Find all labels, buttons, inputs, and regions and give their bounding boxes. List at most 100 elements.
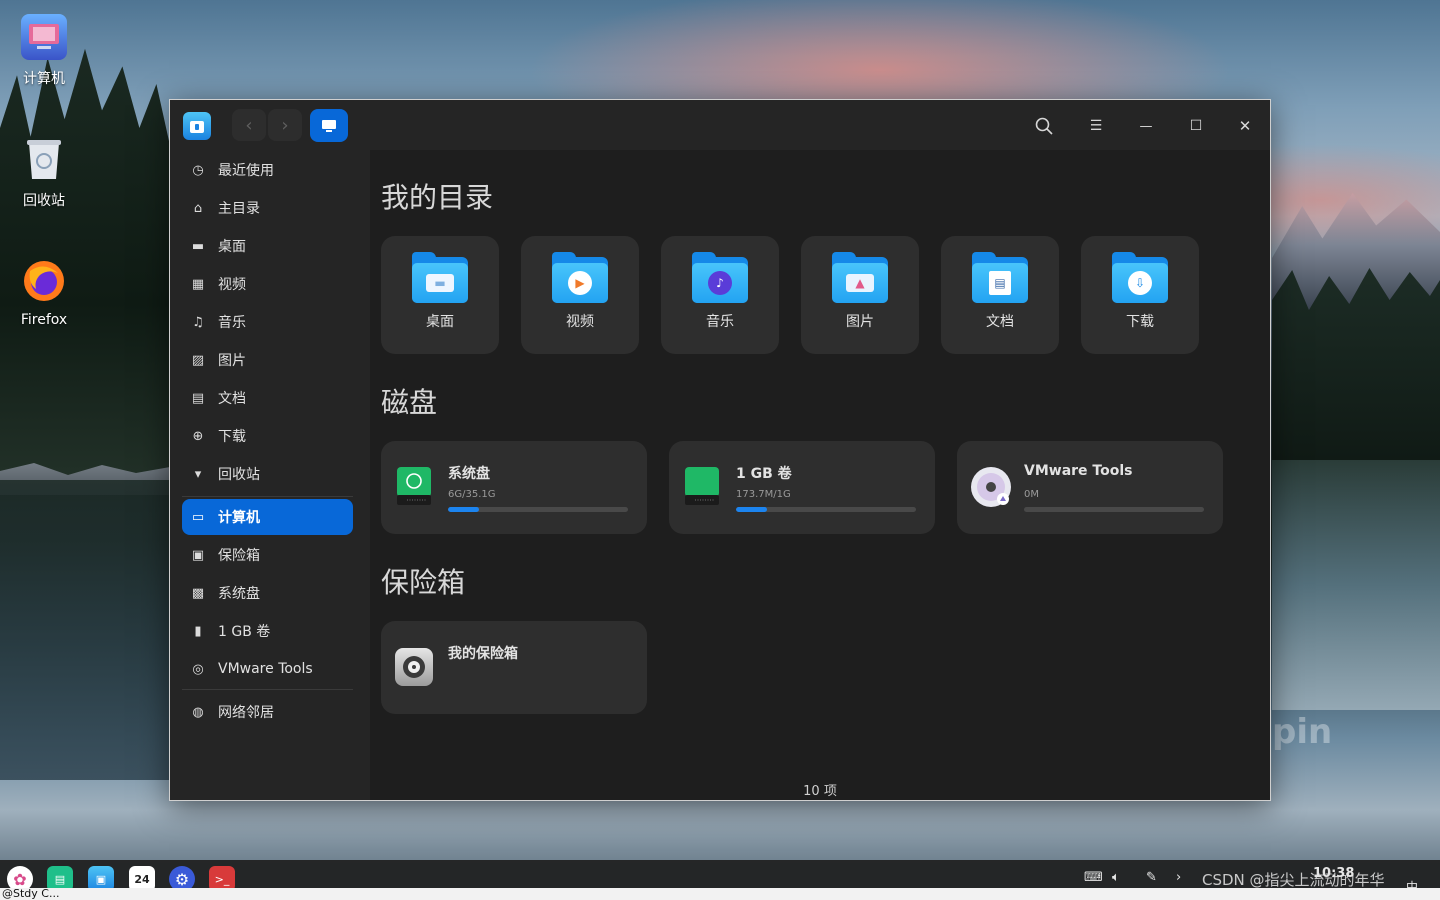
folder-tile-videos[interactable]: ▶ 视频 bbox=[521, 236, 639, 354]
sidebar-item-vmware-tools[interactable]: ◎ VMware Tools bbox=[182, 651, 353, 687]
sidebar-item-label: 计算机 bbox=[218, 510, 260, 526]
sidebar-item-videos[interactable]: ▦ 视频 bbox=[182, 266, 353, 302]
file-manager-window: ‹ › ☰ — ☐ ✕ ◷ 最近使用 ⌂ 主目录 ▬ 桌面 ▦ 视频 ♫ 音乐 ▨ 图片 ▤… bbox=[169, 99, 1271, 801]
sidebar-divider bbox=[182, 689, 353, 690]
desktop-icon-computer[interactable]: 计算机 bbox=[10, 14, 78, 88]
disk-usage-fill bbox=[448, 507, 479, 512]
maximize-button[interactable]: ☐ bbox=[1182, 112, 1210, 140]
desktop-icon: ▬ bbox=[191, 238, 205, 254]
vault-icon: ▣ bbox=[191, 547, 205, 563]
wallpaper-watermark: pin bbox=[1272, 712, 1333, 752]
desktop-icon-label: Firefox bbox=[20, 312, 68, 328]
video-icon: ▦ bbox=[191, 276, 205, 292]
folder-tile-desktop[interactable]: ▬ 桌面 bbox=[381, 236, 499, 354]
disk-name: 1 GB 卷 bbox=[736, 466, 792, 482]
sidebar-item-label: 桌面 bbox=[218, 239, 246, 255]
sidebar-item-recent[interactable]: ◷ 最近使用 bbox=[182, 152, 353, 188]
sidebar-item-downloads[interactable]: ⊕ 下载 bbox=[182, 418, 353, 454]
disk-usage-bar bbox=[1024, 507, 1204, 512]
music-folder-icon: ♪ bbox=[692, 252, 748, 303]
search-button[interactable] bbox=[1030, 112, 1058, 140]
sidebar-item-1gb-volume[interactable]: ▮ 1 GB 卷 bbox=[182, 613, 353, 649]
sidebar-item-documents[interactable]: ▤ 文档 bbox=[182, 380, 353, 416]
sidebar-item-label: 系统盘 bbox=[218, 586, 260, 602]
wallpaper-lake-reflection-left bbox=[0, 480, 170, 780]
disk-tile-vmware-tools[interactable]: VMware Tools 0M bbox=[957, 441, 1223, 534]
sidebar-item-music[interactable]: ♫ 音乐 bbox=[182, 304, 353, 340]
sidebar-item-vault[interactable]: ▣ 保险箱 bbox=[182, 537, 353, 573]
desktop-folder-icon: ▬ bbox=[412, 252, 468, 303]
folder-label: 音乐 bbox=[706, 314, 734, 330]
desktop-icon-label: 计算机 bbox=[23, 71, 65, 87]
folder-label: 视频 bbox=[566, 314, 594, 330]
disk-name: VMware Tools bbox=[1024, 463, 1133, 479]
document-folder-icon: ▤ bbox=[972, 252, 1028, 303]
folder-label: 下载 bbox=[1126, 314, 1154, 330]
computer-view-button[interactable] bbox=[310, 109, 348, 142]
back-button[interactable]: ‹ bbox=[232, 109, 266, 141]
optical-disc-icon bbox=[969, 465, 1013, 509]
desktop-icon-trash[interactable]: 回收站 bbox=[10, 136, 78, 210]
close-button[interactable]: ✕ bbox=[1231, 112, 1259, 140]
folder-tile-downloads[interactable]: ⇩ 下载 bbox=[1081, 236, 1199, 354]
vault-tile[interactable]: 我的保险箱 bbox=[381, 621, 647, 714]
volume-icon: ▮ bbox=[194, 623, 202, 639]
disk-usage-bar bbox=[448, 507, 628, 512]
forward-button[interactable]: › bbox=[268, 109, 302, 141]
section-title-vault: 保险箱 bbox=[381, 566, 466, 599]
disk-name: 系统盘 bbox=[448, 466, 490, 482]
sidebar-item-label: 最近使用 bbox=[218, 163, 274, 179]
folder-tile-documents[interactable]: ▤ 文档 bbox=[941, 236, 1059, 354]
picture-folder-icon: ▲ bbox=[832, 252, 888, 303]
computer-icon: ▭ bbox=[191, 509, 205, 525]
section-title-disks: 磁盘 bbox=[381, 386, 438, 419]
disk-tile-1gb-volume[interactable]: 1 GB 卷 173.7M/1G bbox=[669, 441, 935, 534]
sidebar-item-home[interactable]: ⌂ 主目录 bbox=[182, 190, 353, 226]
minimize-button[interactable]: — bbox=[1132, 112, 1160, 140]
network-icon: ◍ bbox=[192, 704, 204, 720]
section-title-my-directories: 我的目录 bbox=[381, 181, 494, 214]
sidebar-item-label: 音乐 bbox=[218, 315, 246, 331]
sidebar-item-label: 主目录 bbox=[218, 201, 260, 217]
sidebar-item-network[interactable]: ◍ 网络邻居 bbox=[182, 694, 353, 730]
sidebar-item-label: 视频 bbox=[218, 277, 246, 293]
vault-name: 我的保险箱 bbox=[448, 646, 518, 662]
disk-size: 6G/35.1G bbox=[448, 489, 496, 500]
sidebar-item-label: 图片 bbox=[218, 353, 246, 369]
volume-icon[interactable]: 🔈︎ bbox=[1112, 870, 1120, 885]
volume-disk-icon bbox=[685, 467, 719, 507]
sidebar-item-desktop[interactable]: ▬ 桌面 bbox=[182, 228, 353, 264]
clock-time[interactable]: 10:38 bbox=[1313, 866, 1354, 881]
folder-tile-pictures[interactable]: ▲ 图片 bbox=[801, 236, 919, 354]
menu-button[interactable]: ☰ bbox=[1082, 112, 1110, 140]
wallpaper-lake-reflection-right bbox=[1272, 460, 1440, 710]
sidebar-item-trash[interactable]: ▾ 回收站 bbox=[182, 456, 353, 492]
sidebar: ◷ 最近使用 ⌂ 主目录 ▬ 桌面 ▦ 视频 ♫ 音乐 ▨ 图片 ▤ 文档 ⊕ 下载 ▾ 回收站 … bbox=[170, 150, 370, 800]
document-icon: ▤ bbox=[191, 390, 205, 406]
expand-tray-icon[interactable]: › bbox=[1176, 870, 1181, 885]
titlebar: ‹ › ☰ — ☐ ✕ bbox=[170, 100, 1270, 150]
disk-size: 173.7M/1G bbox=[736, 489, 791, 500]
disk-tile-system[interactable]: 系统盘 6G/35.1G bbox=[381, 441, 647, 534]
disk-usage-bar bbox=[736, 507, 916, 512]
main-content: 我的目录 ▬ 桌面 ▶ 视频 ♪ 音乐 ▲ 图片 ▤ 文档 ⇩ 下载 磁盘 系统… bbox=[370, 150, 1270, 800]
disk-size: 0M bbox=[1024, 489, 1039, 500]
computer-icon bbox=[21, 14, 67, 60]
video-folder-icon: ▶ bbox=[552, 252, 608, 303]
sidebar-item-label: 下载 bbox=[218, 429, 246, 445]
disc-icon: ◎ bbox=[192, 661, 204, 677]
disk-usage-fill bbox=[736, 507, 767, 512]
clock-icon: ◷ bbox=[192, 162, 204, 178]
sidebar-item-pictures[interactable]: ▨ 图片 bbox=[182, 342, 353, 378]
folder-label: 图片 bbox=[846, 314, 874, 330]
bottom-strip: @Stdy C... bbox=[0, 888, 1440, 900]
sidebar-item-computer[interactable]: ▭ 计算机 bbox=[182, 499, 353, 535]
folder-tile-music[interactable]: ♪ 音乐 bbox=[661, 236, 779, 354]
status-bar-item-count: 10 项 bbox=[803, 784, 837, 799]
desktop-icon-firefox[interactable]: Firefox bbox=[10, 258, 78, 328]
sidebar-item-label: VMware Tools bbox=[218, 661, 313, 677]
pen-icon[interactable]: ✎ bbox=[1146, 870, 1157, 885]
keyboard-icon[interactable]: ⌨ bbox=[1084, 870, 1103, 885]
home-icon: ⌂ bbox=[193, 200, 203, 216]
sidebar-item-system-disk[interactable]: ▩ 系统盘 bbox=[182, 575, 353, 611]
